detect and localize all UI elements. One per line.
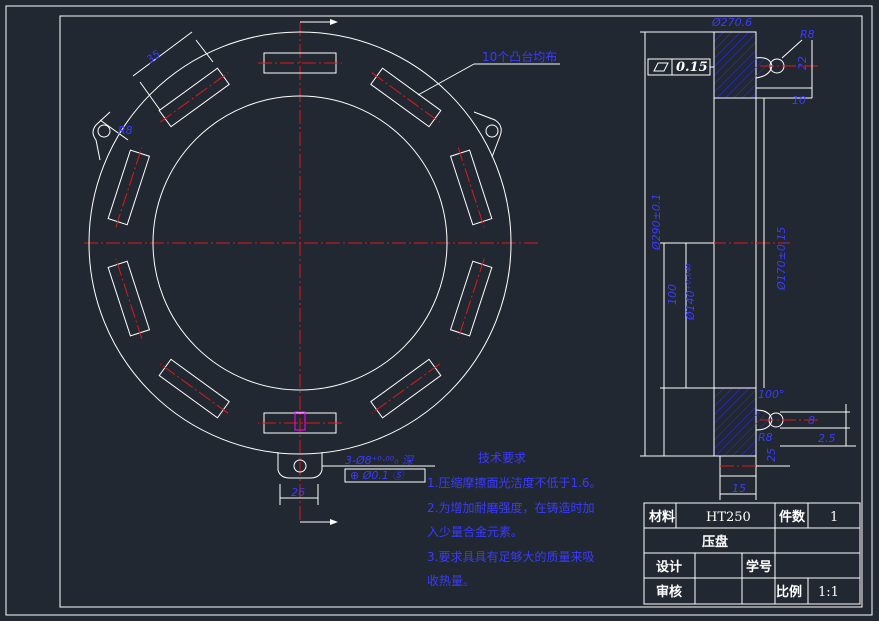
lug-left (92, 111, 111, 161)
svg-text:Ø290±0.1: Ø290±0.1 (650, 194, 663, 251)
front-view: 35 R8 10个凸台均布 3-Ø8⁺⁰·⁰⁰₀ 深 ⊕ Ø0.1 Ⓢ 26 (84, 19, 560, 525)
svg-text:26: 26 (291, 486, 305, 499)
count-label: 件数 (779, 509, 806, 525)
scale-label: 比例 (776, 584, 802, 600)
student-label: 学号 (746, 559, 772, 575)
dim-r8-top: R8 (781, 28, 815, 59)
note-line-3: 入少量合金元素。 (427, 524, 523, 539)
scale-value: 1:1 (818, 585, 839, 600)
svg-text:22: 22 (796, 56, 809, 70)
svg-text:10: 10 (792, 94, 806, 107)
note-line-1: 1.压缩摩擦面光洁度不低于1.6。 (427, 475, 602, 490)
title-block: 材料 HT250 件数 1 压盘 设计 学号 审核 比例 1:1 (643, 502, 861, 605)
design-label: 设计 (656, 559, 682, 575)
slot (449, 258, 493, 339)
dim-100-small: 100° (758, 388, 785, 401)
svg-text:25: 25 (765, 448, 778, 462)
section-arrow-bottom (300, 519, 338, 525)
svg-text:3-Ø8⁺⁰·⁰⁰₀ 深: 3-Ø8⁺⁰·⁰⁰₀ 深 (345, 454, 415, 467)
dim-bottom-right: 8 2.5 (780, 404, 856, 447)
svg-text:R8: R8 (800, 28, 815, 41)
note-line-5: 收热量。 (427, 574, 475, 588)
slot (370, 358, 442, 419)
section-view: 0.15 Ø290±0.1 100 Ø140⁺⁰·⁰⁴⁰ Ø170±0.15 Ø… (640, 16, 856, 500)
technical-notes: 技术要求 1.压缩摩擦面光洁度不低于1.6。 2.为增加耐磨强度，在铸造时加 入… (427, 451, 602, 588)
dim-inner-dia: Ø140⁺⁰·⁰⁴⁰ (684, 243, 697, 388)
dim-right-22: 22 (796, 40, 813, 98)
lug-dims: 3-Ø8⁺⁰·⁰⁰₀ 深 ⊕ Ø0.1 Ⓢ 26 (279, 454, 435, 505)
review-label: 审核 (656, 584, 682, 600)
svg-text:100°: 100° (758, 388, 785, 401)
part-name: 压盘 (702, 534, 728, 550)
count-value: 1 (830, 510, 838, 525)
svg-text:35: 35 (144, 48, 163, 67)
lug-right (473, 111, 502, 158)
notes-title: 技术要求 (478, 451, 526, 465)
svg-text:0.15: 0.15 (676, 60, 708, 75)
drawing-canvas: 35 R8 10个凸台均布 3-Ø8⁺⁰·⁰⁰₀ 深 ⊕ Ø0.1 Ⓢ 26 0… (5, 5, 873, 616)
note-line-2: 2.为增加耐磨强度，在铸造时加 (427, 500, 594, 515)
svg-text:8: 8 (808, 414, 815, 427)
slot (107, 147, 151, 228)
slot (158, 358, 230, 419)
slot (449, 147, 493, 228)
material-label: 材料 (649, 509, 675, 525)
svg-text:15: 15 (732, 482, 746, 495)
dim-r8-bottom: R8 (758, 431, 773, 444)
svg-text:2.5: 2.5 (818, 432, 836, 445)
slot (107, 258, 151, 339)
note-line-4: 3.要求具具有足够大的质量来吸 (427, 549, 594, 564)
flatness-callout: 0.15 (647, 58, 714, 76)
svg-text:100: 100 (666, 284, 679, 305)
dim-outer-dia: Ø290±0.1 (640, 31, 714, 457)
slot (370, 67, 442, 128)
dim-top-dia: Ø270.6 (711, 16, 752, 29)
material-value: HT250 (706, 510, 751, 525)
svg-text:Ø170±0.15: Ø170±0.15 (775, 227, 788, 291)
svg-text:10个凸台均布: 10个凸台均布 (482, 49, 557, 64)
boss-callout: 10个凸台均布 (417, 49, 560, 96)
svg-text:⊕ Ø0.1 Ⓢ: ⊕ Ø0.1 Ⓢ (350, 469, 405, 482)
svg-text:Ø140⁺⁰·⁰⁴⁰: Ø140⁺⁰·⁰⁴⁰ (684, 263, 697, 321)
slot (158, 67, 230, 128)
svg-text:R8: R8 (118, 124, 133, 137)
section-arrow-top (300, 19, 338, 25)
dim-slot-width: 35 (132, 31, 214, 111)
svg-text:R8: R8 (758, 431, 773, 444)
